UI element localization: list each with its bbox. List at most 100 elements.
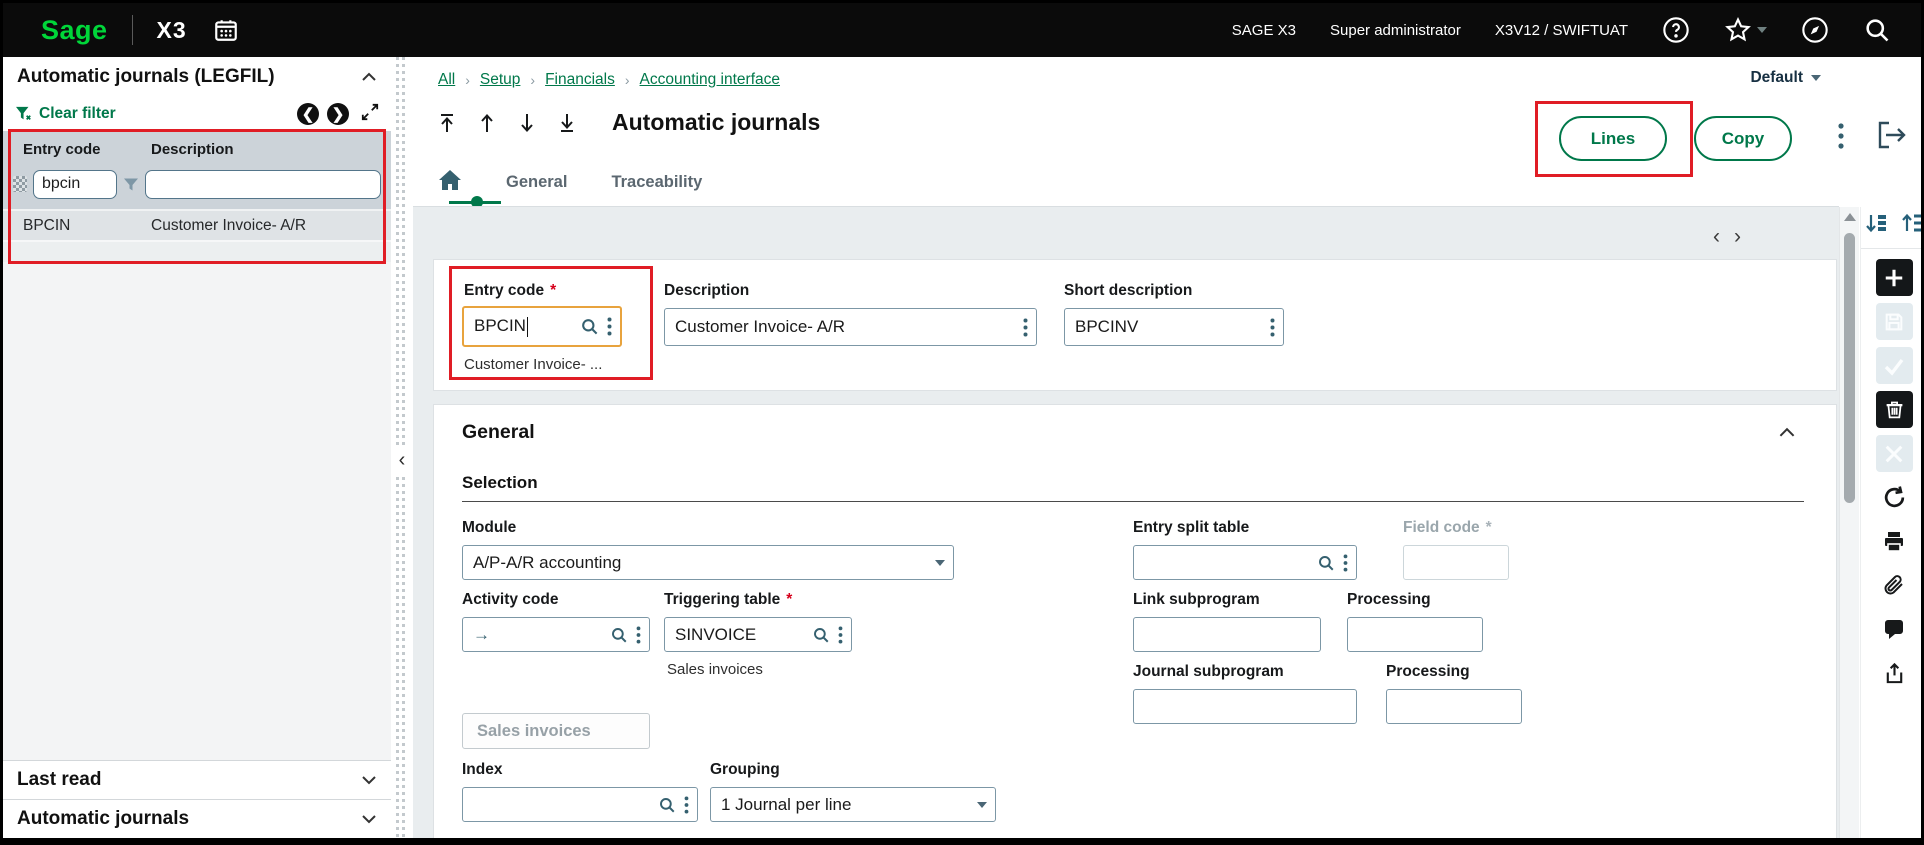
lookup-search-icon[interactable] [658, 796, 676, 814]
triggering-table-input[interactable]: SINVOICE [664, 617, 852, 652]
favorites-dropdown-icon[interactable] [1757, 27, 1767, 33]
text-caret [526, 316, 528, 337]
first-record-icon[interactable] [438, 112, 456, 134]
lookup-search-icon[interactable] [812, 626, 830, 644]
entry-split-table-input[interactable] [1133, 545, 1357, 580]
field-actions-icon[interactable] [684, 795, 689, 814]
processing-journal-label: Processing [1386, 663, 1470, 680]
tab-general[interactable]: General [506, 173, 567, 192]
field-actions-icon[interactable] [607, 317, 612, 336]
clear-filter-label: Clear filter [39, 105, 116, 122]
chevron-down-icon [361, 769, 377, 791]
more-actions-icon[interactable] [1837, 121, 1845, 156]
scroll-up-icon[interactable] [1844, 213, 1856, 221]
last-read-label: Last read [17, 769, 102, 790]
lines-button[interactable]: Lines [1559, 116, 1667, 161]
help-icon[interactable] [1662, 16, 1690, 44]
entry-split-table-label: Entry split table [1133, 519, 1250, 536]
grouping-select[interactable]: 1 Journal per line [710, 787, 996, 822]
collapse-section-icon[interactable] [1778, 425, 1796, 443]
chevron-down-icon [935, 559, 945, 566]
record-pagination[interactable]: ‹› [1713, 225, 1755, 249]
environment-label[interactable]: X3V12 / SWIFTUAT [1495, 22, 1628, 39]
link-subprogram-input[interactable] [1133, 617, 1321, 652]
page-next-icon[interactable]: › [1734, 225, 1755, 248]
processing-journal-input[interactable] [1386, 689, 1522, 724]
processing-link-input[interactable] [1347, 617, 1483, 652]
navigation-compass-icon[interactable] [1801, 16, 1829, 44]
clear-filter-button[interactable]: Clear filter [15, 105, 116, 123]
sidebar-section-last-read[interactable]: Last read [3, 760, 391, 799]
field-actions-icon[interactable] [1023, 318, 1028, 337]
table-empty-row [3, 240, 391, 262]
collapse-all-sections-icon[interactable] [1900, 211, 1921, 240]
share-button[interactable] [1876, 655, 1913, 692]
view-selector[interactable]: Default [1750, 69, 1821, 87]
favorites-star-icon[interactable] [1724, 16, 1767, 44]
module-select[interactable]: A/P-A/R accounting [462, 545, 954, 580]
new-record-button[interactable] [1875, 259, 1913, 296]
breadcrumb-setup[interactable]: Setup [480, 71, 521, 89]
tab-home-icon[interactable] [438, 169, 462, 196]
journal-subprogram-input[interactable] [1133, 689, 1357, 724]
copy-button[interactable]: Copy [1694, 116, 1792, 161]
left-panel-title-text: Automatic journals (LEGFIL) [17, 66, 275, 87]
attachments-button[interactable] [1876, 567, 1913, 604]
refresh-button[interactable] [1876, 479, 1913, 516]
short-description-input[interactable]: BPCINV [1064, 308, 1284, 346]
breadcrumb-financials[interactable]: Financials [545, 71, 615, 89]
required-asterisk: * [786, 591, 793, 608]
selection-table: Entry code Description bpcin BPCIN Custo… [3, 131, 391, 262]
page-title: Automatic journals [612, 109, 821, 135]
breadcrumb-all[interactable]: All [438, 71, 455, 89]
panel-splitter[interactable]: ‹ [391, 57, 413, 838]
field-actions-icon[interactable] [838, 625, 843, 644]
module-value: A/P-A/R accounting [473, 552, 622, 572]
next-record-icon[interactable] [518, 112, 536, 134]
prev-record-icon[interactable]: ❮ [297, 103, 319, 125]
page-prev-icon[interactable]: ‹ [1713, 225, 1734, 248]
delete-button[interactable] [1875, 391, 1913, 428]
last-record-icon[interactable] [558, 112, 576, 134]
funnel-icon[interactable] [123, 177, 139, 192]
table-row[interactable]: BPCIN Customer Invoice- A/R [3, 209, 391, 240]
vertical-scrollbar[interactable] [1839, 207, 1859, 838]
comments-button[interactable] [1876, 611, 1913, 648]
entry-code-filter-input[interactable]: bpcin [33, 169, 117, 199]
previous-record-icon[interactable] [478, 112, 496, 134]
field-actions-icon[interactable] [1270, 318, 1275, 337]
breadcrumb-accounting-interface[interactable]: Accounting interface [640, 71, 780, 89]
field-code-input [1403, 545, 1509, 580]
current-user[interactable]: Super administrator [1330, 22, 1461, 39]
lookup-search-icon[interactable] [610, 626, 628, 644]
column-header-description[interactable]: Description [135, 141, 234, 158]
left-panel-title[interactable]: Automatic journals (LEGFIL) [3, 57, 391, 97]
expand-all-sections-icon[interactable] [1864, 211, 1888, 240]
scrollbar-thumb[interactable] [1844, 233, 1855, 503]
calendar-icon[interactable] [213, 17, 239, 43]
sage-logo[interactable]: Sage [41, 15, 108, 46]
lookup-search-icon[interactable] [580, 317, 599, 336]
collapse-panel-icon[interactable]: ‹ [393, 445, 411, 475]
activity-code-label: Activity code [462, 591, 559, 608]
print-button[interactable] [1876, 523, 1913, 560]
top-bar: Sage X3 SAGE X3 Super administrator X3V1… [3, 3, 1921, 57]
tab-traceability[interactable]: Traceability [611, 173, 702, 192]
lookup-search-icon[interactable] [1317, 554, 1335, 572]
exit-icon[interactable] [1875, 119, 1909, 156]
sidebar-section-automatic-journals[interactable]: Automatic journals [3, 799, 391, 838]
chevron-up-icon[interactable] [361, 66, 377, 88]
entry-code-input[interactable]: BPCIN [462, 306, 622, 347]
description-filter-input[interactable] [145, 169, 381, 199]
column-header-entry-code[interactable]: Entry code [3, 141, 135, 158]
description-input[interactable]: Customer Invoice- A/R [664, 308, 1037, 346]
search-icon[interactable] [1863, 16, 1891, 44]
field-actions-icon[interactable] [1343, 553, 1348, 572]
expand-panel-icon[interactable] [361, 103, 379, 126]
field-actions-icon[interactable] [636, 625, 641, 644]
description-value: Customer Invoice- A/R [675, 317, 846, 336]
next-record-icon[interactable]: ❯ [327, 103, 349, 125]
sales-invoices-button[interactable]: Sales invoices [462, 713, 650, 749]
index-input[interactable] [462, 787, 698, 822]
activity-code-input[interactable]: → [462, 617, 650, 652]
